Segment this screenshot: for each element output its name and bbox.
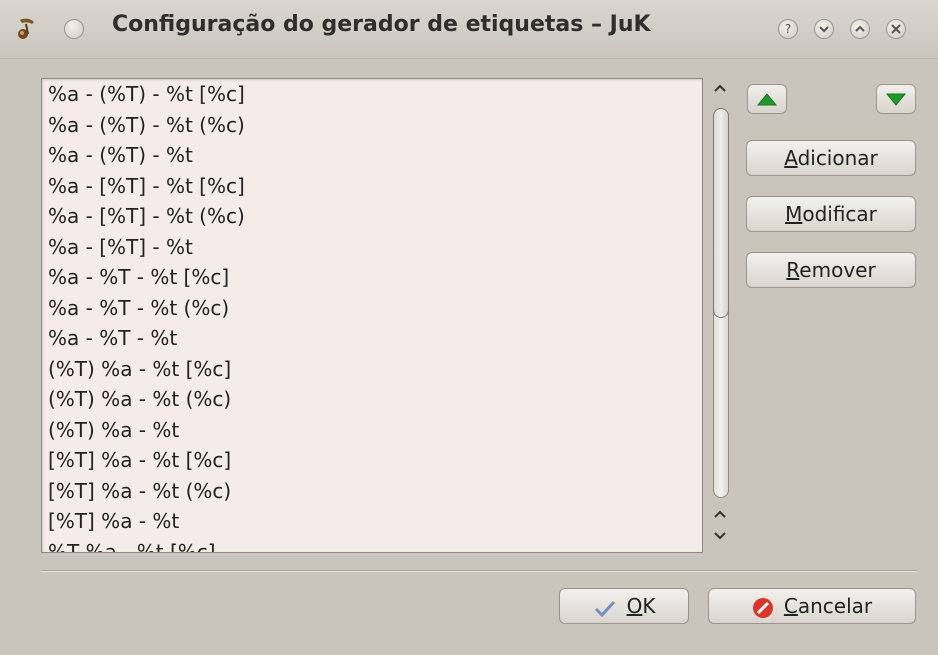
maximize-button[interactable] bbox=[850, 19, 870, 39]
modify-label: odificar bbox=[802, 202, 877, 226]
window-menu-button[interactable] bbox=[64, 19, 84, 39]
list-item[interactable]: %a - (%T) - %t [%c] bbox=[42, 79, 702, 110]
list-item[interactable]: %a - [%T] - %t bbox=[42, 232, 702, 263]
list-item[interactable]: (%T) %a - %t bbox=[42, 415, 702, 446]
cancel-button[interactable]: Cancelar bbox=[708, 588, 916, 624]
footer-separator bbox=[41, 570, 917, 572]
cancel-label: ancelar bbox=[797, 594, 873, 618]
list-item[interactable]: (%T) %a - %t (%c) bbox=[42, 384, 702, 415]
ok-button[interactable]: OK bbox=[559, 588, 689, 624]
close-button[interactable] bbox=[886, 19, 906, 39]
cancel-icon bbox=[752, 597, 773, 618]
chevron-down-icon bbox=[819, 26, 829, 33]
add-button[interactable]: Adicionar bbox=[746, 140, 916, 176]
ok-mnemonic: O bbox=[626, 594, 643, 618]
remove-mnemonic: R bbox=[786, 258, 800, 282]
list-item[interactable]: %a - [%T] - %t [%c] bbox=[42, 171, 702, 202]
modify-button[interactable]: Modificar bbox=[746, 196, 916, 232]
window-title: Configuração do gerador de etiquetas – J… bbox=[112, 12, 651, 37]
list-item[interactable]: [%T] %a - %t [%c] bbox=[42, 445, 702, 476]
remove-button[interactable]: Remover bbox=[746, 252, 916, 288]
modify-mnemonic: M bbox=[785, 202, 803, 226]
chevron-up-icon bbox=[855, 25, 865, 32]
list-item[interactable]: %a - [%T] - %t (%c) bbox=[42, 201, 702, 232]
list-item[interactable]: %a - %T - %t [%c] bbox=[42, 262, 702, 293]
scheme-list[interactable]: %a - (%T) - %t [%c] %a - (%T) - %t (%c) … bbox=[41, 78, 703, 553]
scroll-up-arrow[interactable] bbox=[705, 80, 735, 100]
close-icon bbox=[891, 24, 901, 34]
title-bar: Configuração do gerador de etiquetas – J… bbox=[0, 0, 938, 59]
ok-label: K bbox=[642, 594, 656, 618]
list-item[interactable]: %a - %T - %t bbox=[42, 323, 702, 354]
cancel-mnemonic: C bbox=[783, 594, 798, 618]
scroll-down-arrow[interactable] bbox=[705, 528, 735, 548]
remove-label: emover bbox=[799, 258, 876, 282]
move-up-button[interactable] bbox=[747, 84, 787, 114]
list-scrollbar[interactable] bbox=[705, 78, 735, 553]
list-item[interactable]: %a - (%T) - %t (%c) bbox=[42, 110, 702, 141]
scroll-thumb[interactable] bbox=[713, 108, 729, 318]
list-item[interactable]: [%T] %a - %t (%c) bbox=[42, 476, 702, 507]
add-mnemonic: A bbox=[784, 146, 798, 170]
chevron-up-icon bbox=[714, 510, 726, 518]
chevron-down-icon bbox=[714, 532, 726, 540]
minimize-button[interactable] bbox=[814, 19, 834, 39]
list-item[interactable]: %a - (%T) - %t bbox=[42, 140, 702, 171]
triangle-up-icon bbox=[756, 93, 778, 106]
list-item[interactable]: %a - %T - %t (%c) bbox=[42, 293, 702, 324]
list-item[interactable]: (%T) %a - %t [%c] bbox=[42, 354, 702, 385]
chevron-up-icon bbox=[714, 84, 726, 92]
list-item[interactable]: %T %a - %t [%c] bbox=[42, 537, 702, 553]
move-down-button[interactable] bbox=[876, 84, 916, 114]
triangle-down-icon bbox=[885, 93, 907, 106]
scroll-down-arrow-upper[interactable] bbox=[705, 506, 735, 526]
juk-app-icon[interactable] bbox=[14, 16, 40, 42]
checkmark-icon bbox=[594, 600, 615, 617]
list-item[interactable]: [%T] %a - %t bbox=[42, 506, 702, 537]
add-label: dicionar bbox=[797, 146, 878, 170]
help-button[interactable]: ? bbox=[778, 19, 798, 39]
